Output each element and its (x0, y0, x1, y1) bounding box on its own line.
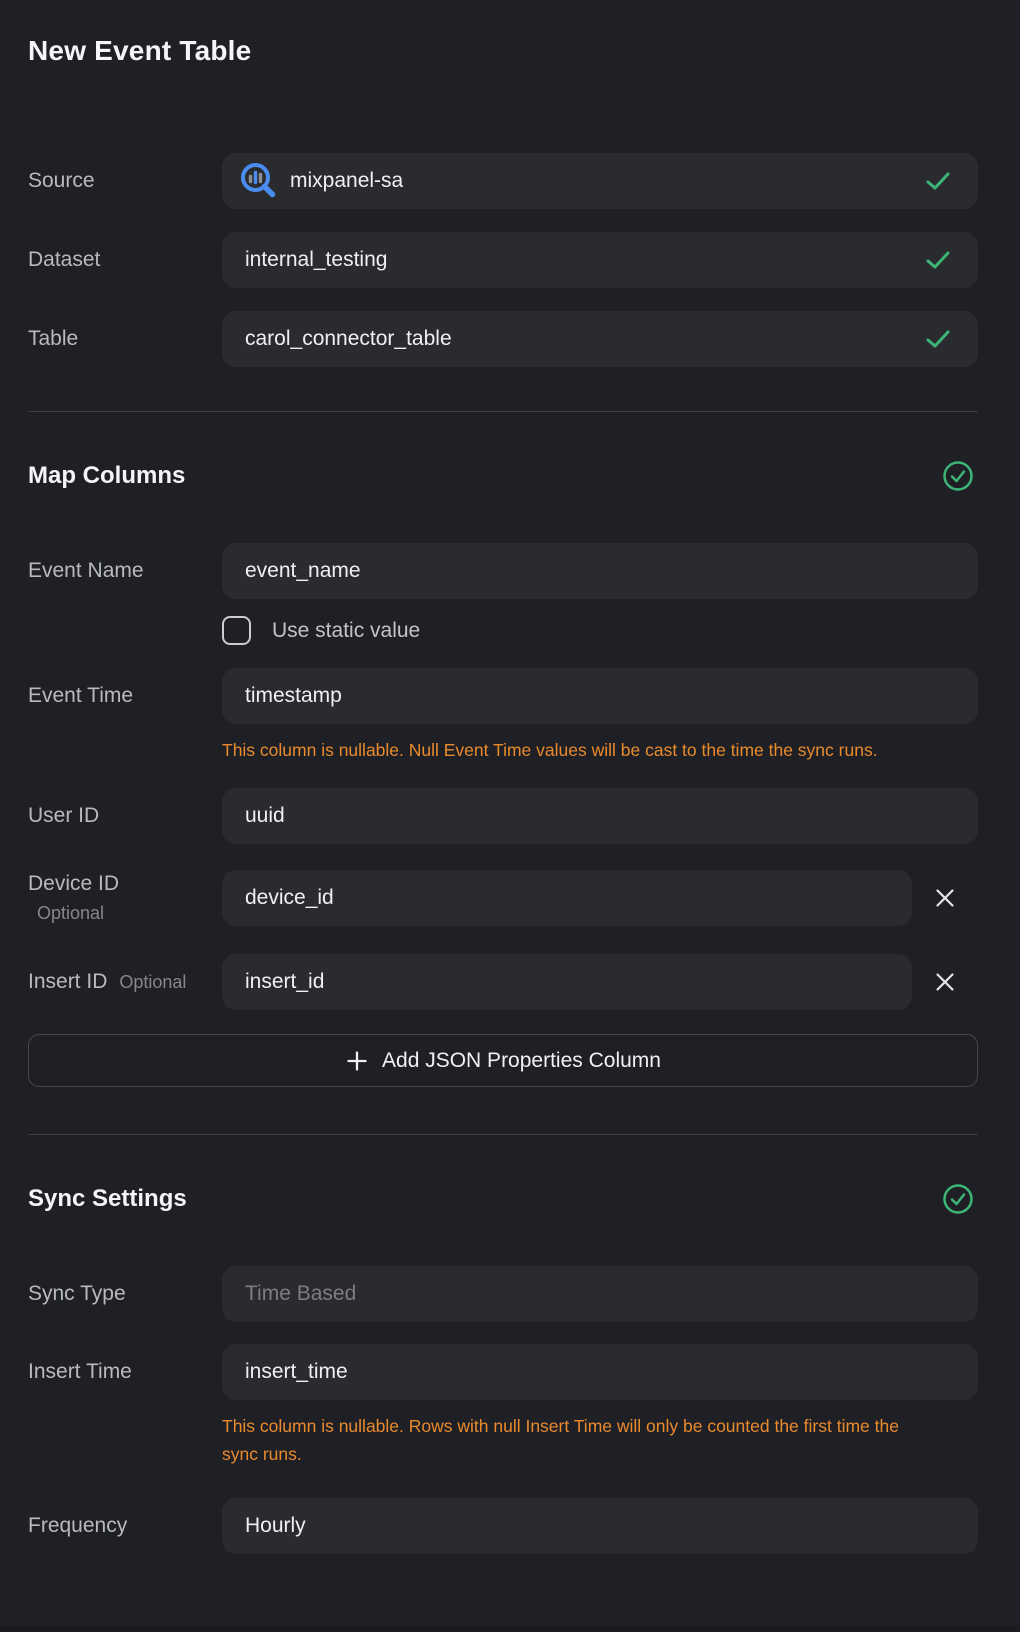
use-static-value-row: Use static value (222, 616, 978, 645)
insert-time-field[interactable]: insert_time (222, 1344, 978, 1400)
x-icon (934, 887, 956, 909)
user-id-field[interactable]: uuid (222, 788, 978, 844)
event-time-warning: This column is nullable. Null Event Time… (222, 736, 928, 764)
section-divider (28, 411, 978, 412)
page-title: New Event Table (28, 0, 978, 67)
add-json-properties-column-button[interactable]: Add JSON Properties Column (28, 1034, 978, 1087)
table-row: Table carol_connector_table (28, 311, 978, 367)
device-id-row: Device ID Optional device_id (28, 870, 978, 926)
user-id-label: User ID (28, 804, 222, 828)
green-check-icon (926, 330, 950, 348)
use-static-value-checkbox[interactable] (222, 616, 251, 645)
green-check-icon (926, 172, 950, 190)
remove-insert-id-button[interactable] (912, 954, 978, 1010)
event-name-value: event_name (245, 559, 361, 583)
insert-time-row: Insert Time insert_time (28, 1344, 978, 1400)
user-id-row: User ID uuid (28, 788, 978, 844)
device-id-field[interactable]: device_id (222, 870, 912, 926)
insert-time-label: Insert Time (28, 1360, 222, 1384)
remove-device-id-button[interactable] (912, 870, 978, 926)
event-time-label: Event Time (28, 684, 222, 708)
x-icon (934, 971, 956, 993)
sync-type-value: Time Based (245, 1282, 356, 1306)
source-value: mixpanel-sa (290, 169, 403, 193)
plus-icon (345, 1049, 369, 1073)
source-label: Source (28, 169, 222, 193)
map-columns-heading-row: Map Columns (28, 460, 978, 492)
dataset-row: Dataset internal_testing (28, 232, 978, 288)
sync-type-label: Sync Type (28, 1282, 222, 1306)
green-check-icon (926, 251, 950, 269)
dataset-label: Dataset (28, 248, 222, 272)
insert-id-field[interactable]: insert_id (222, 954, 912, 1010)
sync-type-field: Time Based (222, 1266, 978, 1322)
insert-time-warning: This column is nullable. Rows with null … (222, 1412, 928, 1468)
source-row: Source mixpanel-sa (28, 153, 978, 209)
device-id-value: device_id (245, 886, 334, 910)
insert-id-optional-text: Optional (119, 972, 186, 993)
user-id-value: uuid (245, 804, 285, 828)
event-name-field[interactable]: event_name (222, 543, 978, 599)
sync-settings-heading: Sync Settings (28, 1183, 187, 1215)
green-circle-check-icon (942, 460, 974, 492)
insert-id-label-text: Insert ID (28, 970, 107, 994)
frequency-row: Frequency Hourly (28, 1498, 978, 1554)
use-static-value-label: Use static value (272, 619, 420, 643)
event-name-label: Event Name (28, 559, 222, 583)
source-field[interactable]: mixpanel-sa (222, 153, 978, 209)
event-time-field[interactable]: timestamp (222, 668, 978, 724)
section-divider (28, 1134, 978, 1135)
insert-id-value: insert_id (245, 970, 324, 994)
event-time-row: Event Time timestamp (28, 668, 978, 724)
device-id-label-text: Device ID (28, 872, 222, 896)
frequency-label: Frequency (28, 1514, 222, 1538)
device-id-optional-text: Optional (28, 903, 222, 924)
event-time-value: timestamp (245, 684, 342, 708)
table-value: carol_connector_table (245, 327, 452, 351)
event-name-row: Event Name event_name (28, 543, 978, 599)
map-columns-heading: Map Columns (28, 460, 185, 492)
insert-id-label: Insert ID Optional (28, 970, 222, 994)
sync-type-row: Sync Type Time Based (28, 1266, 978, 1322)
insert-time-value: insert_time (245, 1360, 348, 1384)
sync-settings-heading-row: Sync Settings (28, 1183, 978, 1215)
table-label: Table (28, 327, 222, 351)
green-circle-check-icon (942, 1183, 974, 1215)
frequency-field[interactable]: Hourly (222, 1498, 978, 1554)
dataset-field[interactable]: internal_testing (222, 232, 978, 288)
new-event-table-panel: New Event Table Source mixpanel-sa Datas… (0, 0, 1020, 1632)
magnifier-bar-chart-icon (236, 159, 281, 204)
table-field[interactable]: carol_connector_table (222, 311, 978, 367)
insert-id-row: Insert ID Optional insert_id (28, 954, 978, 1010)
dataset-value: internal_testing (245, 248, 387, 272)
frequency-value: Hourly (245, 1514, 306, 1538)
add-json-properties-column-label: Add JSON Properties Column (382, 1049, 661, 1073)
panel-bottom-edge (0, 1626, 1020, 1632)
device-id-label: Device ID Optional (28, 872, 222, 924)
